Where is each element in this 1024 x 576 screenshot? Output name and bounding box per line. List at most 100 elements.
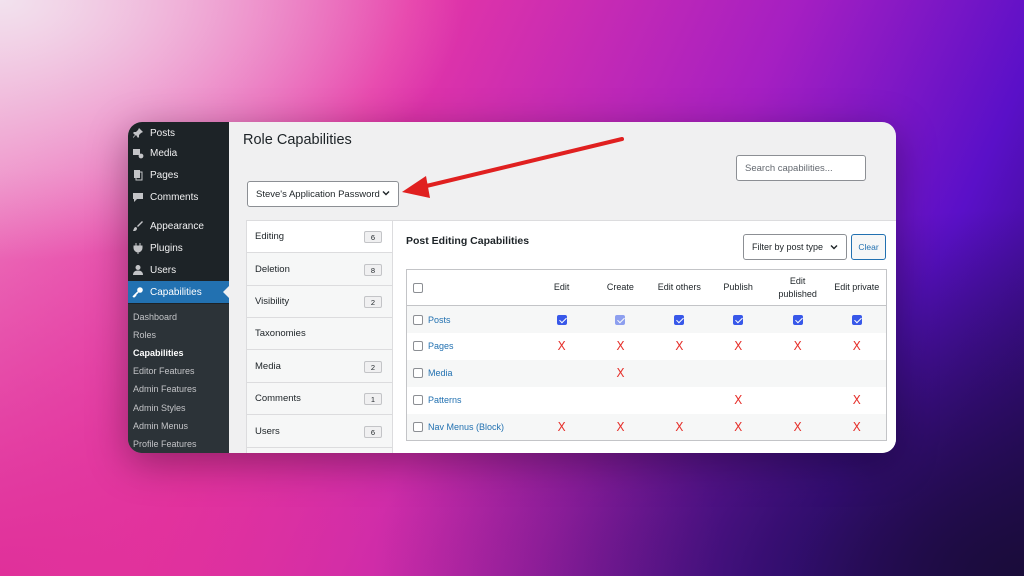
row-label[interactable]: Pages bbox=[428, 341, 454, 351]
tab-visibility[interactable]: Visibility 2 bbox=[247, 286, 392, 318]
sidebar-item-pages[interactable]: Pages bbox=[128, 164, 229, 186]
column-header: Edit bbox=[532, 269, 591, 306]
submenu-dashboard[interactable]: Dashboard bbox=[133, 310, 177, 324]
plug-icon bbox=[131, 241, 145, 255]
row-checkbox[interactable] bbox=[413, 314, 423, 325]
tab-users[interactable]: Users 6 bbox=[247, 416, 392, 448]
capability-checkbox[interactable] bbox=[851, 314, 862, 325]
tab-deletion[interactable]: Deletion 8 bbox=[247, 254, 392, 286]
capability-checkbox[interactable] bbox=[733, 314, 744, 325]
denied-icon[interactable]: X bbox=[853, 420, 861, 434]
row-label[interactable]: Patterns bbox=[428, 395, 462, 405]
denied-icon[interactable]: X bbox=[734, 339, 742, 353]
submenu-admin-features[interactable]: Admin Features bbox=[133, 382, 197, 396]
denied-icon[interactable]: X bbox=[734, 393, 742, 407]
submenu-roles[interactable]: Roles bbox=[133, 328, 156, 342]
denied-icon[interactable]: X bbox=[793, 339, 801, 353]
capability-cell bbox=[532, 387, 591, 414]
count-badge: 8 bbox=[364, 264, 382, 276]
denied-icon[interactable]: X bbox=[675, 420, 683, 434]
denied-icon[interactable]: X bbox=[734, 420, 742, 434]
submenu-capabilities[interactable]: Capabilities bbox=[133, 346, 184, 360]
count-badge: 2 bbox=[364, 296, 382, 308]
chevron-down-icon bbox=[830, 243, 838, 253]
submenu-profile-features[interactable]: Profile Features bbox=[133, 437, 197, 451]
count-badge: 1 bbox=[364, 393, 382, 405]
denied-icon[interactable]: X bbox=[793, 420, 801, 434]
submenu-admin-styles[interactable]: Admin Styles bbox=[133, 401, 186, 415]
submenu-editor-features[interactable]: Editor Features bbox=[133, 364, 195, 378]
sidebar-item-users[interactable]: Users bbox=[128, 259, 229, 281]
capability-checkbox[interactable] bbox=[674, 314, 685, 325]
brush-icon bbox=[131, 219, 145, 233]
role-select-value: Steve's Application Password bbox=[256, 188, 380, 200]
post-type-filter[interactable]: Filter by post type bbox=[743, 234, 847, 260]
count-badge: 6 bbox=[364, 426, 382, 438]
tab-comments[interactable]: Comments 1 bbox=[247, 383, 392, 415]
denied-icon[interactable]: X bbox=[675, 339, 683, 353]
column-header: Edit published bbox=[767, 269, 828, 306]
capability-checkbox[interactable] bbox=[615, 314, 626, 325]
denied-icon[interactable]: X bbox=[557, 339, 565, 353]
capability-cell bbox=[827, 359, 887, 387]
capability-cell: X bbox=[767, 413, 828, 441]
capability-checkbox[interactable] bbox=[556, 314, 567, 325]
role-select[interactable]: Steve's Application Password bbox=[247, 181, 399, 207]
denied-icon[interactable]: X bbox=[616, 339, 624, 353]
row-checkbox[interactable] bbox=[413, 395, 423, 406]
sidebar-item-label: Pages bbox=[150, 169, 179, 181]
submenu-admin-menus[interactable]: Admin Menus bbox=[133, 419, 188, 433]
denied-icon[interactable]: X bbox=[853, 339, 861, 353]
capability-cell bbox=[708, 305, 768, 333]
row-label[interactable]: Media bbox=[428, 368, 453, 378]
capabilities-panel: Post Editing Capabilities Filter by post… bbox=[393, 220, 896, 453]
sidebar-item-posts[interactable]: Posts bbox=[128, 122, 229, 144]
user-icon bbox=[131, 263, 145, 277]
filter-label: Filter by post type bbox=[752, 242, 824, 252]
capability-cell: X bbox=[768, 333, 828, 360]
tab-label: Taxonomies bbox=[255, 328, 306, 339]
row-checkbox[interactable] bbox=[413, 368, 423, 379]
tab-taxonomies[interactable]: Taxonomies bbox=[247, 318, 392, 350]
select-all-checkbox[interactable] bbox=[413, 283, 423, 294]
capability-checkbox[interactable] bbox=[792, 314, 803, 325]
count-badge: 6 bbox=[364, 231, 382, 243]
capability-cell: X bbox=[708, 413, 768, 441]
clear-button[interactable]: Clear bbox=[851, 234, 886, 260]
sidebar-item-label: Posts bbox=[150, 127, 176, 139]
panel-title: Post Editing Capabilities bbox=[406, 235, 530, 247]
capability-cell: X bbox=[649, 413, 709, 441]
denied-icon[interactable]: X bbox=[616, 420, 624, 434]
denied-icon[interactable]: X bbox=[557, 420, 565, 434]
admin-sidebar: Posts Media Pages Comments Appearance Pl… bbox=[128, 122, 229, 453]
search-input[interactable]: Search capabilities... bbox=[736, 155, 866, 181]
sidebar-item-capabilities[interactable]: Capabilities bbox=[128, 281, 229, 303]
sidebar-item-appearance[interactable]: Appearance bbox=[128, 215, 229, 237]
capability-cell: X bbox=[591, 413, 650, 441]
sidebar-item-comments[interactable]: Comments bbox=[128, 186, 229, 208]
capabilities-table: Edit Create Edit others Publish Edit pub… bbox=[406, 269, 887, 441]
pin-icon bbox=[131, 126, 145, 140]
tab-label: Users bbox=[255, 426, 280, 437]
count-badge: 2 bbox=[364, 361, 382, 373]
sidebar-item-media[interactable]: Media bbox=[128, 142, 229, 164]
media-icon bbox=[131, 146, 145, 160]
page-title: Role Capabilities bbox=[243, 132, 352, 148]
tab-editing[interactable]: Editing 6 bbox=[247, 221, 392, 253]
row-label[interactable]: Posts bbox=[428, 315, 451, 325]
row-checkbox[interactable] bbox=[413, 341, 423, 352]
sidebar-item-plugins[interactable]: Plugins bbox=[128, 237, 229, 259]
capability-cell bbox=[768, 387, 828, 414]
admin-window: Posts Media Pages Comments Appearance Pl… bbox=[128, 122, 896, 453]
denied-icon[interactable]: X bbox=[853, 393, 861, 407]
tab-media[interactable]: Media 2 bbox=[247, 351, 392, 383]
column-header: Edit private bbox=[827, 269, 887, 306]
table-row: Posts bbox=[406, 305, 887, 333]
capability-cell bbox=[591, 387, 650, 414]
row-checkbox[interactable] bbox=[413, 422, 423, 433]
table-row: Nav Menus (Block) X X X X X X bbox=[406, 413, 887, 441]
capability-cell bbox=[649, 359, 709, 387]
denied-icon[interactable]: X bbox=[616, 366, 624, 380]
row-label[interactable]: Nav Menus (Block) bbox=[428, 422, 504, 432]
row-label-cell: Posts bbox=[406, 305, 533, 333]
